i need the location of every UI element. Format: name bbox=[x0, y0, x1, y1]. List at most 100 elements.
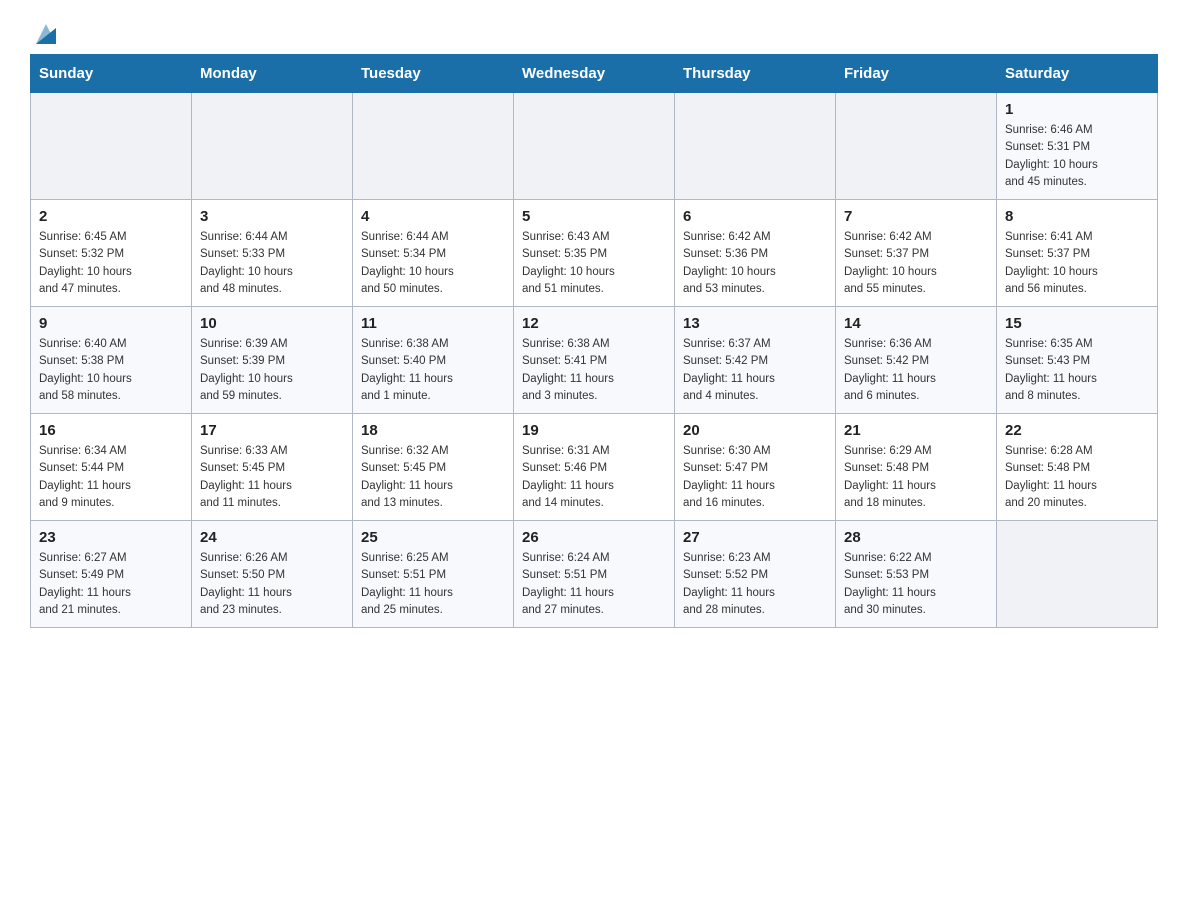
day-info: Sunrise: 6:44 AMSunset: 5:34 PMDaylight:… bbox=[361, 229, 505, 298]
page-header bbox=[30, 20, 1158, 44]
calendar-cell bbox=[675, 93, 836, 200]
day-info: Sunrise: 6:39 AMSunset: 5:39 PMDaylight:… bbox=[200, 336, 344, 405]
day-number: 15 bbox=[1005, 315, 1149, 332]
day-number: 13 bbox=[683, 315, 827, 332]
calendar-cell: 14 Sunrise: 6:36 AMSunset: 5:42 PMDayligh… bbox=[836, 307, 997, 414]
day-info: Sunrise: 6:27 AMSunset: 5:49 PMDaylight:… bbox=[39, 550, 183, 619]
day-number: 14 bbox=[844, 315, 988, 332]
day-info: Sunrise: 6:40 AMSunset: 5:38 PMDaylight:… bbox=[39, 336, 183, 405]
day-number: 19 bbox=[522, 422, 666, 439]
calendar-cell: 13 Sunrise: 6:37 AMSunset: 5:42 PMDayligh… bbox=[675, 307, 836, 414]
calendar-body: 1 Sunrise: 6:46 AMSunset: 5:31 PMDaylight… bbox=[31, 93, 1158, 628]
day-info: Sunrise: 6:38 AMSunset: 5:41 PMDaylight:… bbox=[522, 336, 666, 405]
calendar-cell: 4 Sunrise: 6:44 AMSunset: 5:34 PMDaylight… bbox=[353, 200, 514, 307]
calendar-cell bbox=[192, 93, 353, 200]
day-number: 3 bbox=[200, 208, 344, 225]
calendar-cell: 12 Sunrise: 6:38 AMSunset: 5:41 PMDayligh… bbox=[514, 307, 675, 414]
day-number: 9 bbox=[39, 315, 183, 332]
calendar-cell: 28Sunrise: 6:22 AMSunset: 5:53 PMDayligh… bbox=[836, 521, 997, 628]
week-row-5: 23 Sunrise: 6:27 AMSunset: 5:49 PMDayligh… bbox=[31, 521, 1158, 628]
day-number: 27 bbox=[683, 529, 827, 546]
day-number: 26 bbox=[522, 529, 666, 546]
day-info: Sunrise: 6:36 AMSunset: 5:42 PMDaylight:… bbox=[844, 336, 988, 405]
calendar-cell bbox=[836, 93, 997, 200]
calendar-cell: 1 Sunrise: 6:46 AMSunset: 5:31 PMDaylight… bbox=[997, 93, 1158, 200]
day-info: Sunrise: 6:41 AMSunset: 5:37 PMDaylight:… bbox=[1005, 229, 1149, 298]
calendar-cell: 16 Sunrise: 6:34 AMSunset: 5:44 PMDayligh… bbox=[31, 414, 192, 521]
day-info: Sunrise: 6:30 AMSunset: 5:47 PMDaylight:… bbox=[683, 443, 827, 512]
calendar-cell: 17 Sunrise: 6:33 AMSunset: 5:45 PMDayligh… bbox=[192, 414, 353, 521]
day-info: Sunrise: 6:25 AMSunset: 5:51 PMDaylight:… bbox=[361, 550, 505, 619]
calendar-cell: 20 Sunrise: 6:30 AMSunset: 5:47 PMDayligh… bbox=[675, 414, 836, 521]
calendar-cell: 21 Sunrise: 6:29 AMSunset: 5:48 PMDayligh… bbox=[836, 414, 997, 521]
calendar-cell: 25Sunrise: 6:25 AMSunset: 5:51 PMDayligh… bbox=[353, 521, 514, 628]
day-number: 20 bbox=[683, 422, 827, 439]
day-info: Sunrise: 6:24 AMSunset: 5:51 PMDaylight:… bbox=[522, 550, 666, 619]
day-info: Sunrise: 6:31 AMSunset: 5:46 PMDaylight:… bbox=[522, 443, 666, 512]
calendar-cell bbox=[353, 93, 514, 200]
weekday-header-wednesday: Wednesday bbox=[514, 55, 675, 93]
calendar-cell: 15 Sunrise: 6:35 AMSunset: 5:43 PMDayligh… bbox=[997, 307, 1158, 414]
logo-triangle-icon bbox=[32, 20, 60, 48]
calendar-cell: 19 Sunrise: 6:31 AMSunset: 5:46 PMDayligh… bbox=[514, 414, 675, 521]
day-info: Sunrise: 6:38 AMSunset: 5:40 PMDaylight:… bbox=[361, 336, 505, 405]
weekday-header-thursday: Thursday bbox=[675, 55, 836, 93]
day-number: 1 bbox=[1005, 101, 1149, 118]
calendar-cell bbox=[514, 93, 675, 200]
week-row-1: 1 Sunrise: 6:46 AMSunset: 5:31 PMDaylight… bbox=[31, 93, 1158, 200]
calendar-cell: 3 Sunrise: 6:44 AMSunset: 5:33 PMDaylight… bbox=[192, 200, 353, 307]
calendar-header: SundayMondayTuesdayWednesdayThursdayFrid… bbox=[31, 55, 1158, 93]
day-info: Sunrise: 6:29 AMSunset: 5:48 PMDaylight:… bbox=[844, 443, 988, 512]
day-number: 28 bbox=[844, 529, 988, 546]
day-number: 22 bbox=[1005, 422, 1149, 439]
day-info: Sunrise: 6:33 AMSunset: 5:45 PMDaylight:… bbox=[200, 443, 344, 512]
weekday-header-saturday: Saturday bbox=[997, 55, 1158, 93]
calendar-cell: 22 Sunrise: 6:28 AMSunset: 5:48 PMDayligh… bbox=[997, 414, 1158, 521]
day-info: Sunrise: 6:44 AMSunset: 5:33 PMDaylight:… bbox=[200, 229, 344, 298]
day-number: 24 bbox=[200, 529, 344, 546]
day-info: Sunrise: 6:34 AMSunset: 5:44 PMDaylight:… bbox=[39, 443, 183, 512]
day-info: Sunrise: 6:42 AMSunset: 5:37 PMDaylight:… bbox=[844, 229, 988, 298]
calendar-cell: 18 Sunrise: 6:32 AMSunset: 5:45 PMDayligh… bbox=[353, 414, 514, 521]
day-info: Sunrise: 6:43 AMSunset: 5:35 PMDaylight:… bbox=[522, 229, 666, 298]
day-number: 8 bbox=[1005, 208, 1149, 225]
day-info: Sunrise: 6:32 AMSunset: 5:45 PMDaylight:… bbox=[361, 443, 505, 512]
calendar-cell: 10Sunrise: 6:39 AMSunset: 5:39 PMDayligh… bbox=[192, 307, 353, 414]
week-row-3: 9 Sunrise: 6:40 AMSunset: 5:38 PMDaylight… bbox=[31, 307, 1158, 414]
day-number: 18 bbox=[361, 422, 505, 439]
calendar-cell: 9 Sunrise: 6:40 AMSunset: 5:38 PMDaylight… bbox=[31, 307, 192, 414]
day-info: Sunrise: 6:35 AMSunset: 5:43 PMDaylight:… bbox=[1005, 336, 1149, 405]
day-number: 2 bbox=[39, 208, 183, 225]
day-number: 7 bbox=[844, 208, 988, 225]
calendar-cell: 27 Sunrise: 6:23 AMSunset: 5:52 PMDayligh… bbox=[675, 521, 836, 628]
calendar-table: SundayMondayTuesdayWednesdayThursdayFrid… bbox=[30, 54, 1158, 628]
weekday-header-monday: Monday bbox=[192, 55, 353, 93]
calendar-cell: 6 Sunrise: 6:42 AMSunset: 5:36 PMDaylight… bbox=[675, 200, 836, 307]
calendar-cell: 24Sunrise: 6:26 AMSunset: 5:50 PMDayligh… bbox=[192, 521, 353, 628]
day-info: Sunrise: 6:45 AMSunset: 5:32 PMDaylight:… bbox=[39, 229, 183, 298]
day-info: Sunrise: 6:46 AMSunset: 5:31 PMDaylight:… bbox=[1005, 122, 1149, 191]
calendar-cell: 5 Sunrise: 6:43 AMSunset: 5:35 PMDaylight… bbox=[514, 200, 675, 307]
calendar-cell: 2 Sunrise: 6:45 AMSunset: 5:32 PMDaylight… bbox=[31, 200, 192, 307]
day-number: 6 bbox=[683, 208, 827, 225]
day-info: Sunrise: 6:37 AMSunset: 5:42 PMDaylight:… bbox=[683, 336, 827, 405]
day-number: 5 bbox=[522, 208, 666, 225]
logo bbox=[30, 20, 60, 44]
weekday-header-friday: Friday bbox=[836, 55, 997, 93]
day-number: 11 bbox=[361, 315, 505, 332]
day-info: Sunrise: 6:42 AMSunset: 5:36 PMDaylight:… bbox=[683, 229, 827, 298]
day-number: 17 bbox=[200, 422, 344, 439]
calendar-cell bbox=[31, 93, 192, 200]
calendar-cell: 23 Sunrise: 6:27 AMSunset: 5:49 PMDayligh… bbox=[31, 521, 192, 628]
calendar-cell: 26 Sunrise: 6:24 AMSunset: 5:51 PMDayligh… bbox=[514, 521, 675, 628]
weekday-header-row: SundayMondayTuesdayWednesdayThursdayFrid… bbox=[31, 55, 1158, 93]
weekday-header-sunday: Sunday bbox=[31, 55, 192, 93]
day-number: 23 bbox=[39, 529, 183, 546]
weekday-header-tuesday: Tuesday bbox=[353, 55, 514, 93]
day-number: 4 bbox=[361, 208, 505, 225]
day-number: 16 bbox=[39, 422, 183, 439]
day-info: Sunrise: 6:28 AMSunset: 5:48 PMDaylight:… bbox=[1005, 443, 1149, 512]
day-info: Sunrise: 6:23 AMSunset: 5:52 PMDaylight:… bbox=[683, 550, 827, 619]
day-number: 12 bbox=[522, 315, 666, 332]
day-number: 21 bbox=[844, 422, 988, 439]
